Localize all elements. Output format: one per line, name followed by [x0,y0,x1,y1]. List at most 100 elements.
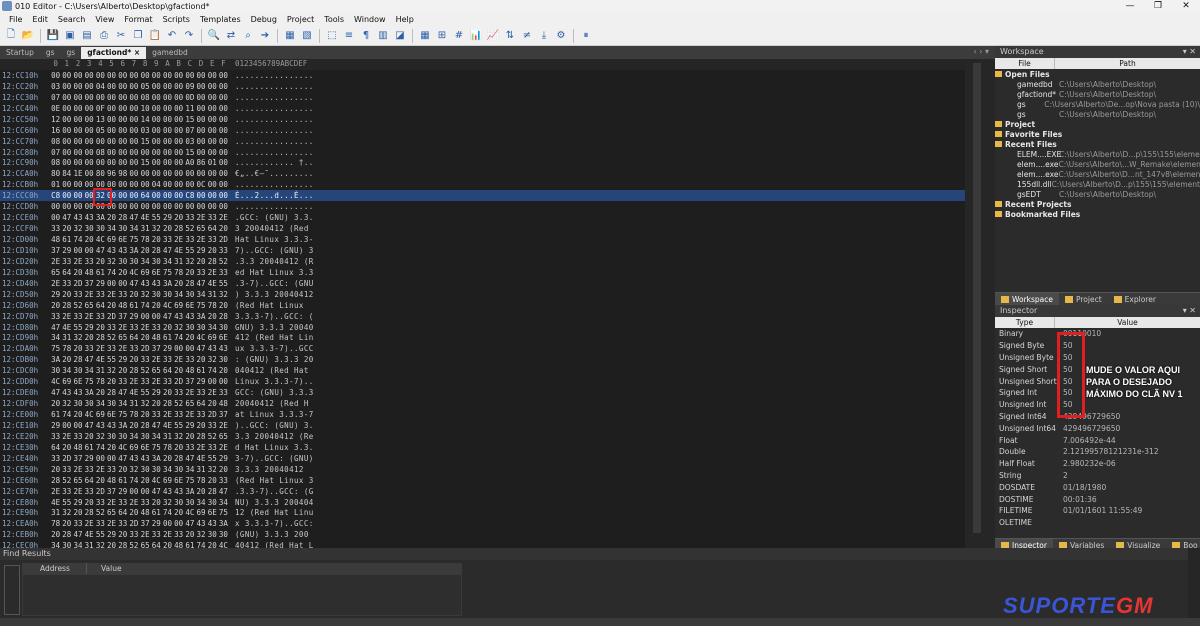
hex-byte[interactable]: 33 [84,344,95,353]
hex-byte[interactable]: 30 [140,432,151,441]
hex-byte[interactable]: 43 [72,388,83,397]
hex-byte[interactable]: 48 [151,333,162,342]
hex-byte[interactable]: 33 [151,530,162,539]
row-ascii[interactable]: 3.3.3-7)..GCC: ( [235,312,314,321]
hex-byte[interactable]: 28 [173,224,184,233]
hex-byte[interactable]: 30 [184,323,195,332]
inspector-row[interactable]: Unsigned Byte 50 [995,352,1200,364]
hex-byte[interactable]: 00 [207,191,218,200]
hex-byte[interactable]: 2D [106,312,117,321]
hex-byte[interactable]: 61 [195,366,206,375]
hex-byte[interactable]: 00 [106,104,117,113]
hex-byte[interactable]: 2E [117,323,128,332]
hex-byte[interactable]: 30 [128,257,139,266]
hex-byte[interactable]: 34 [140,257,151,266]
hex-byte[interactable]: 43 [140,279,151,288]
hex-byte[interactable]: 20 [72,268,83,277]
hex-byte[interactable]: 00 [162,126,173,135]
hex-byte[interactable]: 2E [207,388,218,397]
hex-byte[interactable]: 74 [106,268,117,277]
paragraph-icon[interactable]: ¶ [359,29,373,43]
row-hex-bytes[interactable]: 29 00 00 47 43 43 3A 20 28 47 4E 55 29 20 33 2E [50,421,230,430]
hex-byte[interactable]: 33 [72,432,83,441]
hex-byte[interactable]: 00 [95,93,106,102]
hex-byte[interactable]: 78 [61,344,72,353]
hex-byte[interactable]: 08 [140,93,151,102]
hex-byte[interactable]: 07 [50,148,61,157]
recent-projects-group[interactable]: Recent Projects [995,199,1200,209]
hex-byte[interactable]: 00 [61,180,72,189]
row-ascii[interactable]: 3 20040412 (Red [235,224,309,233]
hex-byte[interactable]: 01 [207,158,218,167]
hex-byte[interactable]: 30 [195,323,206,332]
hex-byte[interactable]: 00 [117,82,128,91]
hex-byte[interactable]: 32 [173,323,184,332]
hex-byte[interactable]: 43 [162,487,173,496]
inspector-row[interactable]: FILETIME 01/01/1601 11:55:49 [995,505,1200,517]
hex-byte[interactable]: 31 [61,333,72,342]
hex-byte[interactable]: 64 [207,224,218,233]
hex-byte[interactable]: 00 [140,148,151,157]
file-entry[interactable]: ELEM....EXE C:\Users\Alberto\D...p\155\15… [995,149,1200,159]
hex-byte[interactable]: 00 [72,421,83,430]
hex-byte[interactable]: 52 [72,301,83,310]
hex-byte[interactable]: 00 [72,71,83,80]
hex-byte[interactable]: 20 [140,410,151,419]
hex-byte[interactable]: 2E [72,487,83,496]
row-ascii[interactable]: NU) 3.3.3 200404 [235,498,314,507]
hex-byte[interactable]: 47 [117,388,128,397]
row-hex-bytes[interactable]: 33 2D 37 29 00 00 47 43 43 3A 20 28 47 4E 55 29 [50,454,230,463]
hex-byte[interactable]: 74 [61,410,72,419]
hex-byte[interactable]: 47 [162,312,173,321]
hex-byte[interactable]: 00 [50,71,61,80]
hex-byte[interactable]: 00 [162,137,173,146]
hex-byte[interactable]: 00 [195,137,206,146]
hex-byte[interactable]: 00 [218,126,229,135]
hex-byte[interactable]: 32 [106,257,117,266]
hex-byte[interactable]: 28 [140,421,151,430]
hex-byte[interactable]: 33 [162,355,173,364]
hex-byte[interactable]: 32 [173,432,184,441]
row-hex-bytes[interactable]: 4E 55 29 20 33 2E 33 2E 33 20 32 30 30 34 30 34 [50,498,230,507]
hex-byte[interactable]: 00 [84,158,95,167]
row-hex-bytes[interactable]: 16 00 00 00 05 00 00 00 03 00 00 00 07 00 00 00 [50,126,230,135]
row-hex-bytes[interactable]: 61 74 20 4C 69 6E 75 78 20 33 2E 33 2E 33 2D 37 [50,410,230,419]
tab-nav-arrows[interactable]: ‹ › ▾ [974,46,990,58]
hex-byte[interactable]: 43 [184,312,195,321]
hex-byte[interactable]: 75 [128,235,139,244]
hex-byte[interactable]: 3A [128,246,139,255]
hex-byte[interactable]: 20 [195,421,206,430]
hex-byte[interactable]: 11 [184,104,195,113]
hex-byte[interactable]: 30 [84,224,95,233]
hex-byte[interactable]: 55 [151,213,162,222]
row-ascii[interactable]: GCC: (GNU) 3.3.3 [235,388,314,397]
hex-byte[interactable]: 4C [84,410,95,419]
hex-byte[interactable]: 2E [50,279,61,288]
hex-row[interactable]: 12:CDF0h 20 32 30 30 34 30 34 31 32 20 28 52 65 64 20 48… [0,398,995,409]
hex-byte[interactable]: 29 [151,519,162,528]
hex-byte[interactable]: 6E [184,301,195,310]
hex-byte[interactable]: 33 [128,344,139,353]
highlight-icon[interactable]: ◪ [393,29,407,43]
hex-byte[interactable]: 00 [151,312,162,321]
hex-byte[interactable]: 00 [195,191,206,200]
hex-row[interactable]: 12:CCD0h 00 00 00 00 00 00 00 00 00 00 00 00 00 00 00 00… [0,201,995,212]
hex-byte[interactable]: 2E [195,235,206,244]
hex-byte[interactable]: 48 [140,508,151,517]
hex-row[interactable]: 12:CD20h 2E 33 2E 33 20 32 30 30 34 30 34 31 32 20 28 52… [0,256,995,267]
hex-byte[interactable]: 34 [106,224,117,233]
hex-byte[interactable]: 3A [151,454,162,463]
hex-byte[interactable]: 34 [207,323,218,332]
find-results-grid[interactable] [22,574,462,616]
hex-byte[interactable]: 52 [128,541,139,548]
hex-byte[interactable]: 16 [50,126,61,135]
inspector-row[interactable]: Binary 00110010 [995,328,1200,340]
hex-byte[interactable]: 00 [95,71,106,80]
hex-byte[interactable]: 34 [162,465,173,474]
save-as-icon[interactable]: ▣ [63,29,77,43]
hex-byte[interactable]: 28 [106,388,117,397]
hex-byte[interactable]: 2E [95,465,106,474]
hex-byte[interactable]: 34 [128,224,139,233]
hex-byte[interactable]: 43 [151,279,162,288]
hex-byte[interactable]: 47 [195,279,206,288]
